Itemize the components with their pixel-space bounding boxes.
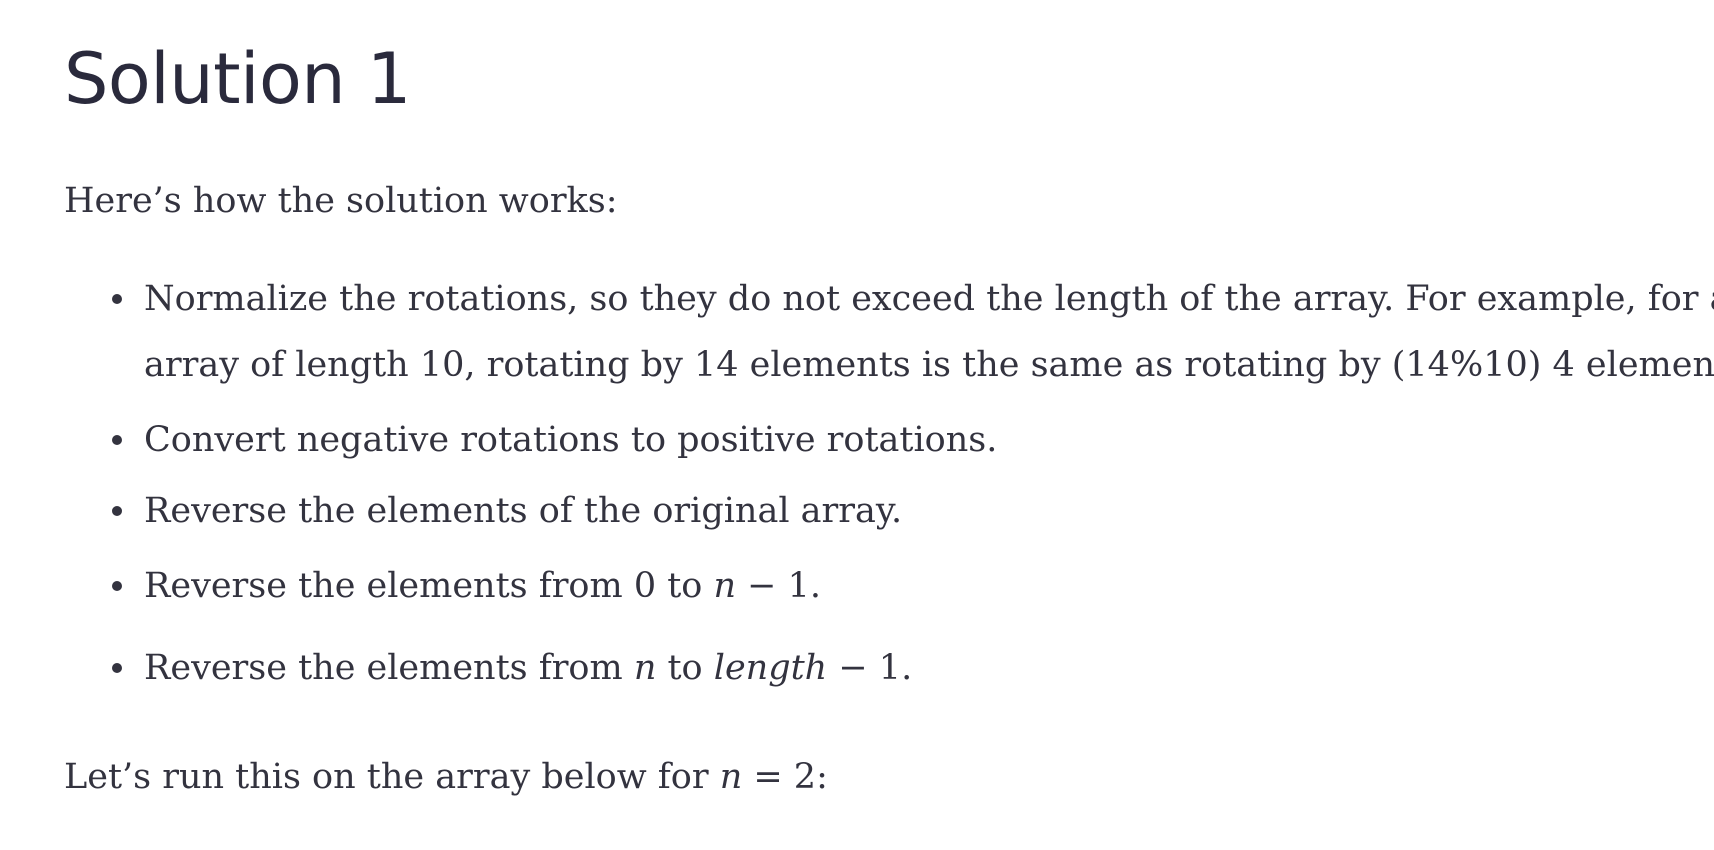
math-var-length: length [713, 648, 828, 688]
list-item-text-middle: to [656, 648, 714, 688]
list-item-text-middle: to [656, 566, 714, 606]
math-minus-one: − 1 [736, 566, 810, 606]
intro-paragraph: Here’s how the solution works: [64, 181, 618, 221]
list-item-text-line2: array of length 10, rotating by 14 eleme… [144, 345, 1714, 385]
list-item: Convert negative rotations to positive r… [112, 407, 998, 473]
outro-suffix: : [816, 757, 828, 797]
list-item-text-suffix: . [809, 566, 822, 606]
outro-prefix: Let’s run this on the array below for [64, 757, 720, 797]
math-equals-two: = 2 [742, 757, 817, 797]
list-item-text-prefix: Reverse the elements from [144, 648, 634, 688]
math-var-n: n [633, 648, 657, 688]
math-zero: 0 [633, 566, 657, 606]
list-item: Reverse the elements of the original arr… [112, 478, 903, 544]
list-item: Normalize the rotations, so they do not … [112, 266, 1714, 398]
bullet-icon [112, 266, 124, 332]
list-item: Reverse the elements from n to length − … [112, 635, 913, 701]
math-var-n: n [719, 757, 743, 797]
bullet-icon [112, 553, 124, 619]
outro-paragraph: Let’s run this on the array below for n … [64, 744, 828, 810]
list-item-text-line1: Normalize the rotations, so they do not … [144, 279, 1714, 319]
bullet-icon [112, 407, 124, 473]
list-item-text: Reverse the elements of the original arr… [144, 491, 903, 531]
list-item-text-prefix: Reverse the elements from [144, 566, 634, 606]
bullet-icon [112, 478, 124, 544]
bullet-icon [112, 635, 124, 701]
math-var-n: n [713, 566, 737, 606]
list-item: Reverse the elements from 0 to n − 1. [112, 553, 822, 619]
math-minus-one: − 1 [827, 648, 902, 688]
page-title: Solution 1 [64, 38, 411, 120]
list-item-text-suffix: . [901, 648, 913, 688]
list-item-text: Convert negative rotations to positive r… [144, 420, 998, 460]
